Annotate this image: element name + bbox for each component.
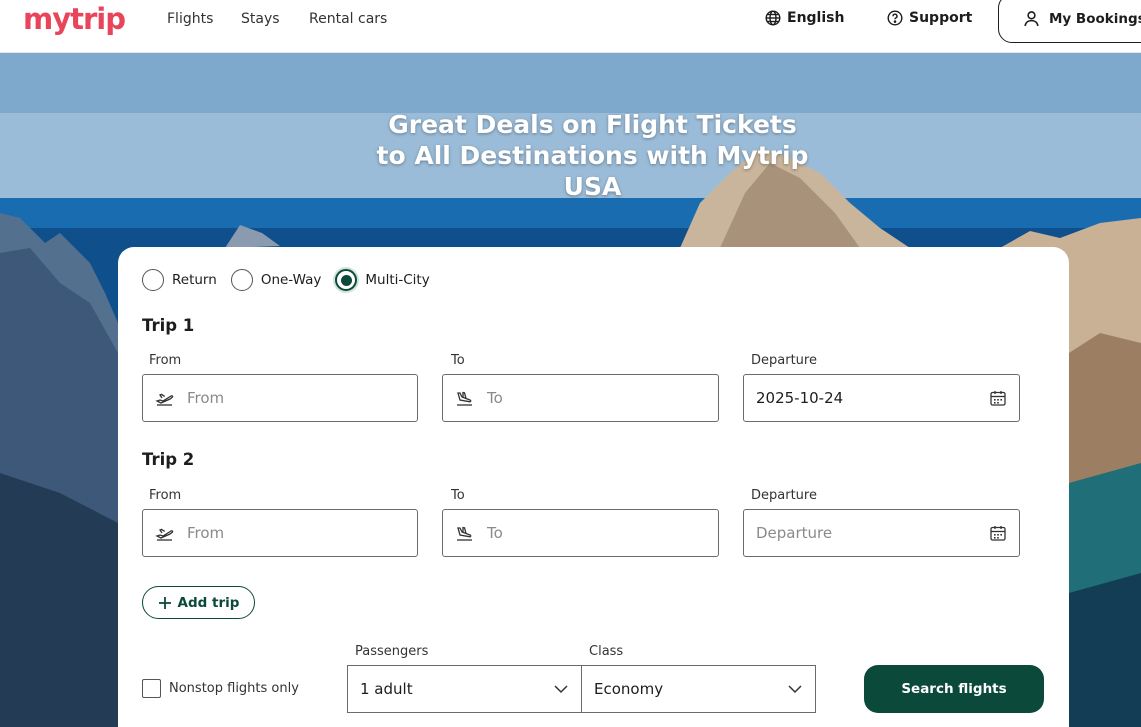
plane-landing-icon	[457, 526, 472, 541]
trip-1-from-input[interactable]: From	[142, 374, 418, 422]
plane-takeoff-icon	[155, 528, 174, 541]
radio-return[interactable]: Return	[142, 269, 217, 291]
calendar-icon[interactable]	[989, 524, 1007, 542]
hero-title-line-3: USA	[563, 172, 622, 201]
radio-one-way[interactable]: One-Way	[230, 269, 322, 291]
nav-rental-cars[interactable]: Rental cars	[309, 11, 387, 27]
plane-takeoff-icon	[155, 393, 174, 406]
nav-stays[interactable]: Stays	[241, 11, 280, 27]
trip-1-from-label: From	[149, 353, 182, 368]
nonstop-label: Nonstop flights only	[169, 681, 299, 696]
hero-title-line-1: Great Deals on Flight Tickets	[388, 110, 797, 139]
trip-1-departure-label: Departure	[751, 353, 817, 368]
class-label: Class	[589, 644, 624, 659]
trip-2-from-input[interactable]: From	[142, 509, 418, 557]
passengers-label: Passengers	[355, 644, 429, 659]
search-flights-button[interactable]: Search flights	[864, 665, 1044, 713]
trip-1-departure-input[interactable]: 2025-10-24	[743, 374, 1020, 422]
trip-2-from-label: From	[149, 488, 182, 503]
mytrip-logo[interactable]: mytrip	[23, 2, 126, 36]
class-select[interactable]: Economy	[581, 665, 816, 713]
trip-2-heading: Trip 2	[142, 450, 195, 469]
passengers-value: 1 adult	[360, 680, 413, 698]
globe-icon	[765, 10, 781, 26]
plus-icon	[158, 596, 171, 609]
chevron-down-icon	[788, 685, 802, 694]
nonstop-checkbox[interactable]: Nonstop flights only	[142, 679, 299, 698]
calendar-icon[interactable]	[989, 389, 1007, 407]
placeholder-text: To	[487, 389, 503, 407]
radio-button-selected[interactable]	[335, 269, 358, 291]
placeholder-text: From	[187, 389, 225, 407]
radio-button[interactable]	[230, 269, 253, 291]
language-label: English	[787, 10, 845, 26]
trip-2-departure-label: Departure	[751, 488, 817, 503]
plane-landing-icon	[457, 391, 472, 406]
placeholder-text: From	[187, 524, 225, 542]
chevron-down-icon	[554, 685, 568, 694]
trip-2-to-label: To	[451, 488, 465, 503]
trip-1-to-input[interactable]: To	[442, 374, 719, 422]
trip-2-departure-input[interactable]: Departure	[743, 509, 1020, 557]
site-header: mytrip Flights Stays Rental cars English…	[0, 0, 1141, 53]
language-button[interactable]: English	[765, 10, 844, 26]
my-bookings-label: My Bookings	[1049, 10, 1141, 27]
class-value: Economy	[594, 680, 664, 698]
flight-search-card: Return One-Way Multi-City Trip 1 From Fr…	[118, 247, 1069, 727]
radio-button[interactable]	[142, 269, 164, 291]
trip-type-selector: Return One-Way Multi-City	[142, 269, 444, 291]
radio-label: Multi-City	[365, 272, 430, 288]
nav-flights[interactable]: Flights	[167, 11, 213, 27]
placeholder-text: Departure	[756, 524, 833, 542]
question-circle-icon	[887, 10, 903, 26]
placeholder-text: To	[487, 524, 503, 542]
checkbox[interactable]	[142, 679, 161, 698]
support-label: Support	[909, 10, 973, 26]
radio-multi-city[interactable]: Multi-City	[335, 269, 430, 291]
radio-label: Return	[172, 272, 217, 288]
trip-1-to-label: To	[451, 353, 465, 368]
user-icon	[1024, 11, 1039, 27]
add-trip-label: Add trip	[177, 594, 240, 611]
departure-date-value: 2025-10-24	[756, 389, 844, 407]
my-bookings-button[interactable]: My Bookings	[998, 0, 1141, 43]
hero-title-line-2: to All Destinations with Mytrip	[376, 141, 809, 170]
trip-2-to-input[interactable]: To	[442, 509, 719, 557]
passengers-select[interactable]: 1 adult	[347, 665, 582, 713]
radio-label: One-Way	[260, 272, 322, 288]
add-trip-button[interactable]: Add trip	[142, 586, 255, 619]
trip-1-heading: Trip 1	[142, 316, 195, 335]
support-button[interactable]: Support	[887, 10, 972, 26]
hero-title: Great Deals on Flight Tickets to All Des…	[370, 109, 815, 202]
